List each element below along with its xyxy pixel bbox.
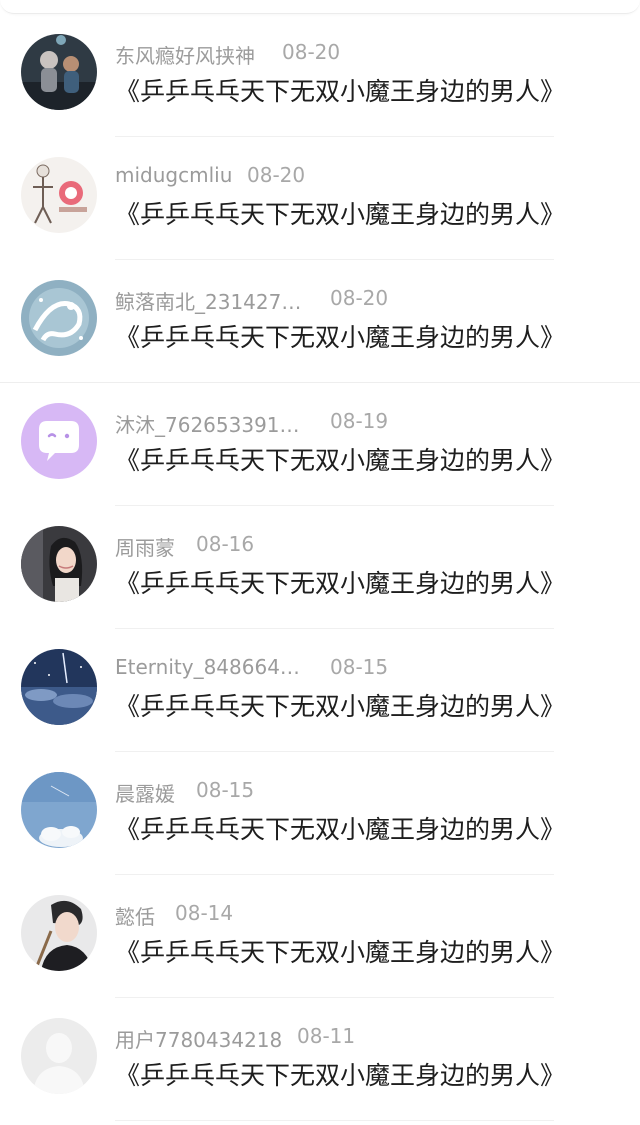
date-label: 08-15 bbox=[330, 655, 389, 679]
avatar[interactable] bbox=[21, 34, 97, 110]
avatar-chat-bubble-purple-icon bbox=[21, 403, 97, 479]
item-meta: 晨露媛 08-15 bbox=[115, 778, 615, 808]
username[interactable]: 用户7780434218 bbox=[115, 1024, 282, 1053]
avatar[interactable] bbox=[21, 772, 97, 848]
date-label: 08-11 bbox=[297, 1024, 356, 1048]
date-label: 08-14 bbox=[175, 901, 234, 925]
item-meta: 沐沐_762653391… 08-19 bbox=[115, 409, 615, 439]
item-meta: Eternity_848664… 08-15 bbox=[115, 655, 615, 685]
avatar-anime-figures-icon bbox=[21, 34, 97, 110]
list-item[interactable]: 用户7780434218 08-11 《乒乒乓乓天下无双小魔王身边的男人》 bbox=[0, 998, 640, 1121]
list-item[interactable]: 沐沐_762653391… 08-19 《乒乒乓乓天下无双小魔王身边的男人》 bbox=[0, 383, 640, 506]
date-label: 08-20 bbox=[247, 163, 306, 187]
username[interactable]: 沐沐_762653391… bbox=[115, 409, 300, 438]
list-item[interactable]: 晨露媛 08-15 《乒乒乓乓天下无双小魔王身边的男人》 bbox=[0, 752, 640, 875]
item-meta: 东风瘾好风挟神 08-20 bbox=[115, 40, 615, 70]
work-title[interactable]: 《乒乒乓乓天下无双小魔王身边的男人》 bbox=[115, 1056, 565, 1092]
avatar-night-sky-icon bbox=[21, 649, 97, 725]
list-item[interactable]: midugcmliu 08-20 《乒乒乓乓天下无双小魔王身边的男人》 bbox=[0, 137, 640, 260]
work-title[interactable]: 《乒乒乓乓天下无双小魔王身边的男人》 bbox=[115, 318, 565, 354]
divider bbox=[115, 1120, 554, 1121]
avatar[interactable] bbox=[21, 157, 97, 233]
top-panel-edge bbox=[0, 0, 640, 14]
avatar-default-placeholder-icon bbox=[21, 1018, 97, 1094]
date-label: 08-20 bbox=[330, 286, 389, 310]
username[interactable]: 东风瘾好风挟神 bbox=[115, 40, 255, 69]
avatar-blue-sky-cloud-icon bbox=[21, 772, 97, 848]
work-title[interactable]: 《乒乒乓乓天下无双小魔王身边的男人》 bbox=[115, 195, 565, 231]
username[interactable]: 懿佸 bbox=[115, 901, 155, 930]
username[interactable]: 鲸落南北_231427… bbox=[115, 286, 301, 315]
work-title[interactable]: 《乒乒乓乓天下无双小魔王身边的男人》 bbox=[115, 72, 565, 108]
avatar-man-photo-icon bbox=[21, 895, 97, 971]
item-meta: 用户7780434218 08-11 bbox=[115, 1024, 615, 1054]
date-label: 08-20 bbox=[282, 40, 341, 64]
date-label: 08-16 bbox=[196, 532, 255, 556]
avatar-woman-photo-icon bbox=[21, 526, 97, 602]
list-item[interactable]: 懿佸 08-14 《乒乒乓乓天下无双小魔王身边的男人》 bbox=[0, 875, 640, 998]
avatar[interactable] bbox=[21, 1018, 97, 1094]
avatar[interactable] bbox=[21, 403, 97, 479]
avatar[interactable] bbox=[21, 895, 97, 971]
work-title[interactable]: 《乒乒乓乓天下无双小魔王身边的男人》 bbox=[115, 564, 565, 600]
avatar[interactable] bbox=[21, 280, 97, 356]
username[interactable]: 晨露媛 bbox=[115, 778, 175, 807]
work-title[interactable]: 《乒乒乓乓天下无双小魔王身边的男人》 bbox=[115, 687, 565, 723]
item-meta: 懿佸 08-14 bbox=[115, 901, 615, 931]
item-meta: 周雨蒙 08-16 bbox=[115, 532, 615, 562]
list-item[interactable]: Eternity_848664… 08-15 《乒乒乓乓天下无双小魔王身边的男人… bbox=[0, 629, 640, 752]
list-item[interactable]: 鲸落南北_231427… 08-20 《乒乒乓乓天下无双小魔王身边的男人》 bbox=[0, 260, 640, 383]
avatar-white-dragon-icon bbox=[21, 280, 97, 356]
date-label: 08-15 bbox=[196, 778, 255, 802]
username[interactable]: Eternity_848664… bbox=[115, 655, 300, 679]
list-item[interactable]: 东风瘾好风挟神 08-20 《乒乒乓乓天下无双小魔王身边的男人》 bbox=[0, 14, 640, 137]
list-item[interactable]: 周雨蒙 08-16 《乒乒乓乓天下无双小魔王身边的男人》 bbox=[0, 506, 640, 629]
work-title[interactable]: 《乒乒乓乓天下无双小魔王身边的男人》 bbox=[115, 810, 565, 846]
notification-list: 东风瘾好风挟神 08-20 《乒乒乓乓天下无双小魔王身边的男人》 midugcm… bbox=[0, 14, 640, 1121]
avatar-skeleton-doll-icon bbox=[21, 157, 97, 233]
work-title[interactable]: 《乒乒乓乓天下无双小魔王身边的男人》 bbox=[115, 933, 565, 969]
item-meta: midugcmliu 08-20 bbox=[115, 163, 615, 193]
item-meta: 鲸落南北_231427… 08-20 bbox=[115, 286, 615, 316]
avatar[interactable] bbox=[21, 526, 97, 602]
work-title[interactable]: 《乒乒乓乓天下无双小魔王身边的男人》 bbox=[115, 441, 565, 477]
username[interactable]: 周雨蒙 bbox=[115, 532, 175, 561]
date-label: 08-19 bbox=[330, 409, 389, 433]
avatar[interactable] bbox=[21, 649, 97, 725]
username[interactable]: midugcmliu bbox=[115, 163, 232, 187]
